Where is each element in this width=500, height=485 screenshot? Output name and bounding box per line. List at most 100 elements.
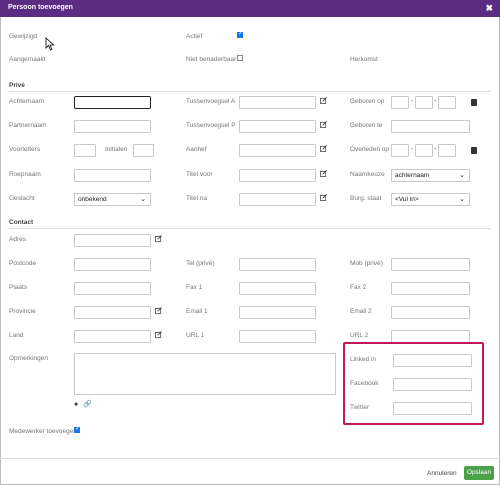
- mob-prive-label: Mob (privé): [350, 260, 383, 267]
- land-input[interactable]: [74, 330, 151, 343]
- mob-prive-input[interactable]: [391, 258, 470, 271]
- calendar-icon[interactable]: [471, 147, 477, 154]
- facebook-input[interactable]: [393, 378, 472, 391]
- divider: [9, 91, 491, 92]
- contact-section-title: Contact: [9, 219, 34, 226]
- medewerker-label: Medewerker toevoegen: [9, 428, 77, 435]
- naamkeuze-label: Naamkeuze: [350, 171, 385, 178]
- overleden-op-day[interactable]: [391, 144, 409, 157]
- link-icon[interactable]: 🔗: [83, 400, 92, 408]
- edit-icon[interactable]: [320, 170, 327, 177]
- geslacht-label: Geslacht: [9, 195, 35, 202]
- actief-label: Actief: [186, 33, 203, 40]
- roepnaam-label: Roepnaam: [9, 171, 41, 178]
- date-separator: -: [434, 146, 437, 153]
- provincie-input[interactable]: [74, 306, 151, 319]
- adres-input[interactable]: [74, 234, 151, 247]
- burg-staat-select[interactable]: <Vul in> ⌄: [391, 193, 470, 206]
- niet-benaderbaar-label: Niet benaderbaar: [186, 56, 237, 63]
- opmerkingen-label: Opmerkingen: [9, 355, 49, 362]
- chevron-down-icon: ⌄: [459, 172, 465, 179]
- titel-voor-label: Titel voor: [186, 171, 213, 178]
- opmerkingen-textarea[interactable]: [74, 353, 336, 395]
- window-titlebar: Persoon toevoegen ✖: [0, 0, 500, 17]
- partnernaam-input[interactable]: [74, 120, 151, 133]
- calendar-icon[interactable]: [471, 99, 477, 106]
- edit-icon[interactable]: [320, 121, 327, 128]
- overleden-op-month[interactable]: [415, 144, 433, 157]
- clock-icon[interactable]: ●: [74, 401, 78, 408]
- window-title: Persoon toevoegen: [8, 4, 73, 11]
- initialen-input[interactable]: [133, 144, 154, 157]
- linkedin-label: Linked in: [350, 356, 377, 363]
- email1-label: Email 1: [186, 308, 208, 315]
- tussenvoegsel-p-label: Tussenvoegsel P: [186, 122, 236, 129]
- edit-icon[interactable]: [155, 307, 162, 314]
- prive-section-title: Privé: [9, 82, 25, 89]
- postcode-label: Postcode: [9, 260, 37, 267]
- actief-checkbox[interactable]: [237, 30, 243, 38]
- tussenvoegsel-a-label: Tussenvoegsel A: [186, 98, 236, 105]
- twitter-label: Twitter: [350, 404, 370, 411]
- edit-icon[interactable]: [320, 97, 327, 104]
- edit-icon[interactable]: [155, 331, 162, 338]
- roepnaam-input[interactable]: [74, 169, 151, 182]
- geboren-op-label: Geboren op: [350, 98, 385, 105]
- tel-prive-label: Tel (privé): [186, 260, 215, 267]
- geboren-op-month[interactable]: [415, 96, 433, 109]
- url1-label: URL 1: [186, 332, 205, 339]
- geboren-op-year[interactable]: [438, 96, 456, 109]
- burg-staat-label: Burg. staat: [350, 195, 382, 202]
- naamkeuze-value: achternaam: [395, 172, 430, 179]
- cancel-button[interactable]: Annuleren: [427, 470, 457, 477]
- niet-benaderbaar-checkbox[interactable]: [237, 55, 243, 61]
- geslacht-value: onbekend: [78, 196, 107, 203]
- geboren-op-day[interactable]: [391, 96, 409, 109]
- aanhef-input[interactable]: [239, 144, 316, 157]
- titel-voor-input[interactable]: [239, 169, 316, 182]
- tussenvoegsel-p-input[interactable]: [239, 120, 316, 133]
- divider: [9, 228, 491, 229]
- burg-staat-value: <Vul in>: [395, 196, 419, 203]
- achternaam-label: Achternaam: [9, 98, 45, 105]
- fax2-input[interactable]: [391, 282, 470, 295]
- edit-icon[interactable]: [320, 194, 327, 201]
- partnernaam-label: Partnernaam: [9, 122, 47, 129]
- footer-divider: [0, 458, 500, 459]
- tel-prive-input[interactable]: [239, 258, 316, 271]
- date-separator: -: [411, 98, 414, 105]
- overleden-op-year[interactable]: [438, 144, 456, 157]
- provincie-label: Provincie: [9, 308, 36, 315]
- achternaam-input[interactable]: [74, 96, 151, 109]
- email1-input[interactable]: [239, 306, 316, 319]
- date-separator: -: [411, 146, 414, 153]
- tussenvoegsel-a-input[interactable]: [239, 96, 316, 109]
- url1-input[interactable]: [239, 330, 316, 343]
- medewerker-checkbox[interactable]: [74, 425, 80, 433]
- chevron-down-icon: ⌄: [140, 196, 146, 203]
- mouse-cursor-icon: [45, 37, 55, 51]
- voorletters-label: Voorletters: [9, 146, 41, 153]
- save-button[interactable]: Opslaan: [464, 466, 494, 480]
- postcode-input[interactable]: [74, 258, 151, 271]
- geboren-te-input[interactable]: [391, 120, 470, 133]
- edit-icon[interactable]: [155, 235, 162, 242]
- twitter-input[interactable]: [393, 402, 472, 415]
- plaats-input[interactable]: [74, 282, 151, 295]
- email2-input[interactable]: [391, 306, 470, 319]
- voorletters-input[interactable]: [74, 144, 96, 157]
- geslacht-select[interactable]: onbekend ⌄: [74, 193, 151, 206]
- close-icon[interactable]: ✖: [485, 3, 493, 14]
- linkedin-input[interactable]: [393, 354, 472, 367]
- naamkeuze-select[interactable]: achternaam ⌄: [391, 169, 470, 182]
- overleden-op-label: Overleden op: [350, 146, 390, 153]
- date-separator: -: [434, 98, 437, 105]
- edit-icon[interactable]: [320, 145, 327, 152]
- geboren-te-label: Geboren te: [350, 122, 383, 129]
- land-label: Land: [9, 332, 24, 339]
- adres-label: Adres: [9, 236, 26, 243]
- gewijzigd-label: Gewijzigd: [9, 33, 38, 40]
- fax1-input[interactable]: [239, 282, 316, 295]
- titel-na-input[interactable]: [239, 193, 316, 206]
- aangemaakt-label: Aangemaakt: [9, 56, 46, 63]
